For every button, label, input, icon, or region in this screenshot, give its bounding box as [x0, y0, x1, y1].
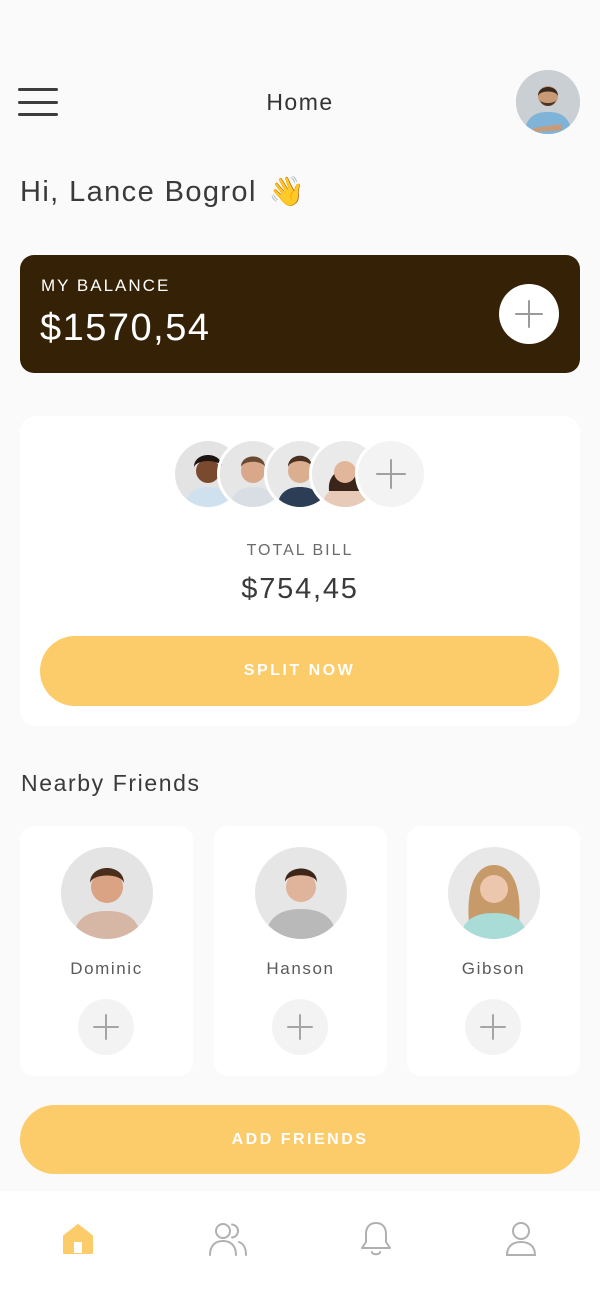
friend-card[interactable]: Gibson: [407, 826, 580, 1076]
add-balance-button[interactable]: [499, 284, 559, 344]
total-bill-value: $754,45: [241, 573, 359, 605]
friend-name: Dominic: [70, 959, 143, 978]
friend-name: Hanson: [266, 959, 335, 978]
plus-icon: [287, 1014, 313, 1040]
balance-value: $1570,54: [40, 307, 211, 349]
friend-avatar: [448, 847, 540, 939]
bottom-nav: [0, 1191, 600, 1299]
balance-card: MY BALANCE $1570,54: [20, 255, 580, 373]
add-friend-button[interactable]: [272, 999, 328, 1055]
add-friend-button[interactable]: [78, 999, 134, 1055]
friend-avatar: [61, 847, 153, 939]
nearby-friends-title: Nearby Friends: [21, 770, 201, 796]
bill-card: TOTAL BILL $754,45 SPLIT NOW: [20, 416, 580, 726]
friend-name: Gibson: [461, 959, 526, 978]
greeting-text: Hi, Lance Bogrol: [20, 175, 257, 208]
friend-card[interactable]: Dominic: [20, 826, 193, 1076]
friends-icon[interactable]: [204, 1215, 252, 1263]
total-bill-label: TOTAL BILL: [246, 542, 354, 559]
page-title: Home: [266, 89, 334, 115]
plus-icon: [93, 1014, 119, 1040]
waving-hand-icon: 👋: [268, 176, 307, 208]
plus-icon: [515, 300, 543, 328]
participants-avatars: [172, 438, 432, 510]
friend-avatar: [255, 847, 347, 939]
add-participant-button[interactable]: [355, 438, 427, 510]
plus-icon: [376, 459, 406, 489]
home-icon[interactable]: [54, 1215, 102, 1263]
bell-icon[interactable]: [352, 1215, 400, 1263]
add-friends-button[interactable]: ADD FRIENDS: [20, 1105, 580, 1174]
add-friend-button[interactable]: [465, 999, 521, 1055]
greeting: Hi, Lance Bogrol 👋: [20, 175, 306, 209]
balance-label: MY BALANCE: [41, 276, 171, 295]
split-now-button[interactable]: SPLIT NOW: [40, 636, 559, 706]
plus-icon: [480, 1014, 506, 1040]
user-avatar[interactable]: [516, 70, 580, 134]
friend-card[interactable]: Hanson: [214, 826, 387, 1076]
profile-icon[interactable]: [497, 1215, 545, 1263]
